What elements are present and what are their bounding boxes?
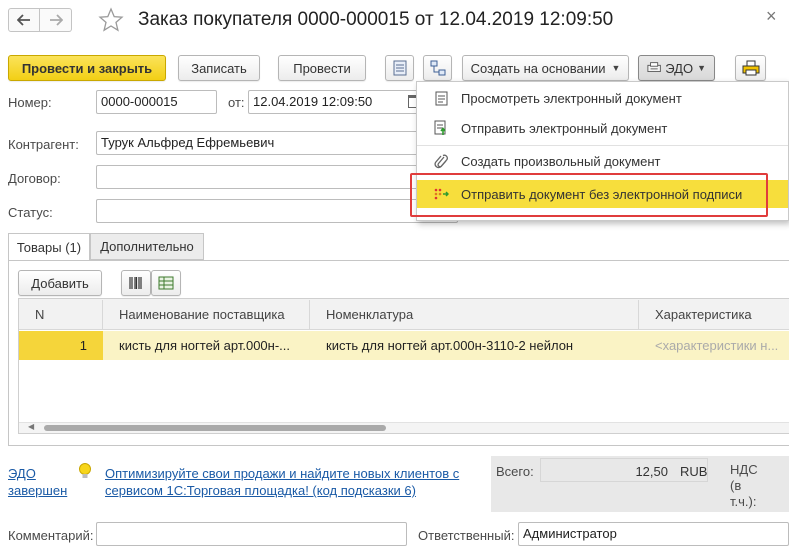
- lightbulb-icon: [78, 462, 92, 483]
- pick-goods-button[interactable]: [151, 270, 181, 296]
- table-select-icon: [158, 276, 174, 290]
- nav-forward-button[interactable]: [40, 8, 72, 32]
- menu-item-label: Просмотреть электронный документ: [461, 90, 682, 106]
- promo-link[interactable]: Оптимизируйте свои продажи и найдите нов…: [105, 465, 459, 499]
- chevron-down-icon: ▼: [611, 63, 621, 73]
- post-and-close-button[interactable]: Провести и закрыть: [8, 55, 166, 81]
- responsible-label: Ответственный:: [418, 528, 515, 543]
- favorite-star-icon[interactable]: [98, 7, 124, 33]
- characteristic-cell[interactable]: <характеристики н...: [639, 332, 789, 360]
- chevron-down-icon: ▼: [697, 63, 706, 73]
- total-label: Всего:: [496, 464, 534, 479]
- menu-item-create-arbitrary-document[interactable]: Создать произвольный документ: [417, 147, 788, 175]
- highlight-outline: [410, 173, 768, 217]
- structure-button[interactable]: [423, 55, 452, 81]
- nomenclature-cell[interactable]: кисть для ногтей арт.000н-3110-2 нейлон: [310, 332, 639, 360]
- document-send-icon: [433, 120, 449, 136]
- menu-separator: [417, 145, 788, 146]
- column-header-characteristic[interactable]: Характеристика: [639, 300, 789, 330]
- barcode-button[interactable]: [121, 270, 151, 296]
- comment-label: Комментарий:: [8, 528, 94, 543]
- create-based-on-button[interactable]: Создать на основании ▼: [462, 55, 629, 81]
- promo-line1: Оптимизируйте свои продажи и найдите нов…: [105, 466, 460, 481]
- counterparty-label: Контрагент:: [8, 137, 79, 152]
- edo-button[interactable]: ЭДО ▼: [638, 55, 715, 81]
- save-button[interactable]: Записать: [178, 55, 260, 81]
- counterparty-field[interactable]: Турук Альфред Ефремьевич: [96, 131, 436, 155]
- total-value: 12,50: [635, 464, 668, 479]
- vat-line3: т.ч.):: [730, 494, 757, 509]
- column-header-n[interactable]: N: [19, 300, 103, 330]
- print-icon: [742, 60, 759, 76]
- comment-field[interactable]: [96, 522, 407, 546]
- create-based-on-label: Создать на основании: [470, 60, 606, 76]
- currency-label: RUB: [680, 464, 708, 479]
- tab-goods-label: Товары (1): [16, 240, 82, 255]
- scroll-left-icon[interactable]: ◀: [28, 422, 34, 431]
- edo-status-link[interactable]: ЭДО завершен: [8, 465, 67, 499]
- vat-label: НДС (в т.ч.):: [730, 462, 758, 510]
- add-row-button[interactable]: Добавить: [18, 270, 102, 296]
- barcode-icon: [129, 277, 142, 289]
- number-label: Номер:: [8, 95, 52, 110]
- menu-item-label: Создать произвольный документ: [461, 153, 661, 169]
- contract-label: Договор:: [8, 171, 61, 186]
- menu-item-send-electronic-document[interactable]: Отправить электронный документ: [417, 114, 788, 142]
- menu-item-view-electronic-document[interactable]: Просмотреть электронный документ: [417, 84, 788, 112]
- document-list-icon: [393, 60, 406, 76]
- menu-item-label: Отправить электронный документ: [461, 120, 668, 136]
- edo-printer-icon: [647, 62, 661, 73]
- supplier-name-cell[interactable]: кисть для ногтей арт.000н-...: [103, 332, 310, 360]
- vat-line1: НДС: [730, 462, 758, 477]
- tab-additional-label: Дополнительно: [100, 239, 194, 254]
- status-label: Статус:: [8, 205, 53, 220]
- close-icon[interactable]: ×: [766, 6, 777, 27]
- edo-status-line1: ЭДО: [8, 466, 36, 481]
- window-title: Заказ покупателя 0000-000015 от 12.04.20…: [138, 9, 614, 30]
- arrow-right-icon: [49, 14, 63, 26]
- date-from-label: от:: [228, 95, 245, 110]
- date-field[interactable]: 12.04.2019 12:09:50: [248, 90, 418, 114]
- print-button[interactable]: [735, 55, 766, 81]
- vat-line2: (в: [730, 478, 742, 493]
- status-field[interactable]: [96, 199, 458, 223]
- column-header-supplier-name[interactable]: Наименование поставщика: [103, 300, 310, 330]
- report-button[interactable]: [385, 55, 414, 81]
- tab-additional[interactable]: Дополнительно: [90, 233, 204, 260]
- contract-field[interactable]: [96, 165, 436, 189]
- scrollbar-thumb[interactable]: [44, 425, 386, 431]
- tab-goods[interactable]: Товары (1): [8, 233, 90, 261]
- row-number-cell[interactable]: 1: [19, 332, 103, 360]
- edo-label: ЭДО: [665, 60, 694, 76]
- arrow-left-icon: [17, 14, 30, 26]
- nav-back-button[interactable]: [8, 8, 40, 32]
- number-field[interactable]: 0000-000015: [96, 90, 217, 114]
- edo-status-line2: завершен: [8, 483, 68, 498]
- paperclip-icon: [433, 153, 449, 169]
- document-view-icon: [433, 90, 449, 106]
- responsible-field[interactable]: Администратор: [518, 522, 789, 546]
- post-button[interactable]: Провести: [278, 55, 366, 81]
- column-header-nomenclature[interactable]: Номенклатура: [310, 300, 639, 330]
- promo-line2: сервисом 1С:Торговая площадка! (код подс…: [105, 483, 416, 498]
- hierarchy-icon: [430, 60, 445, 76]
